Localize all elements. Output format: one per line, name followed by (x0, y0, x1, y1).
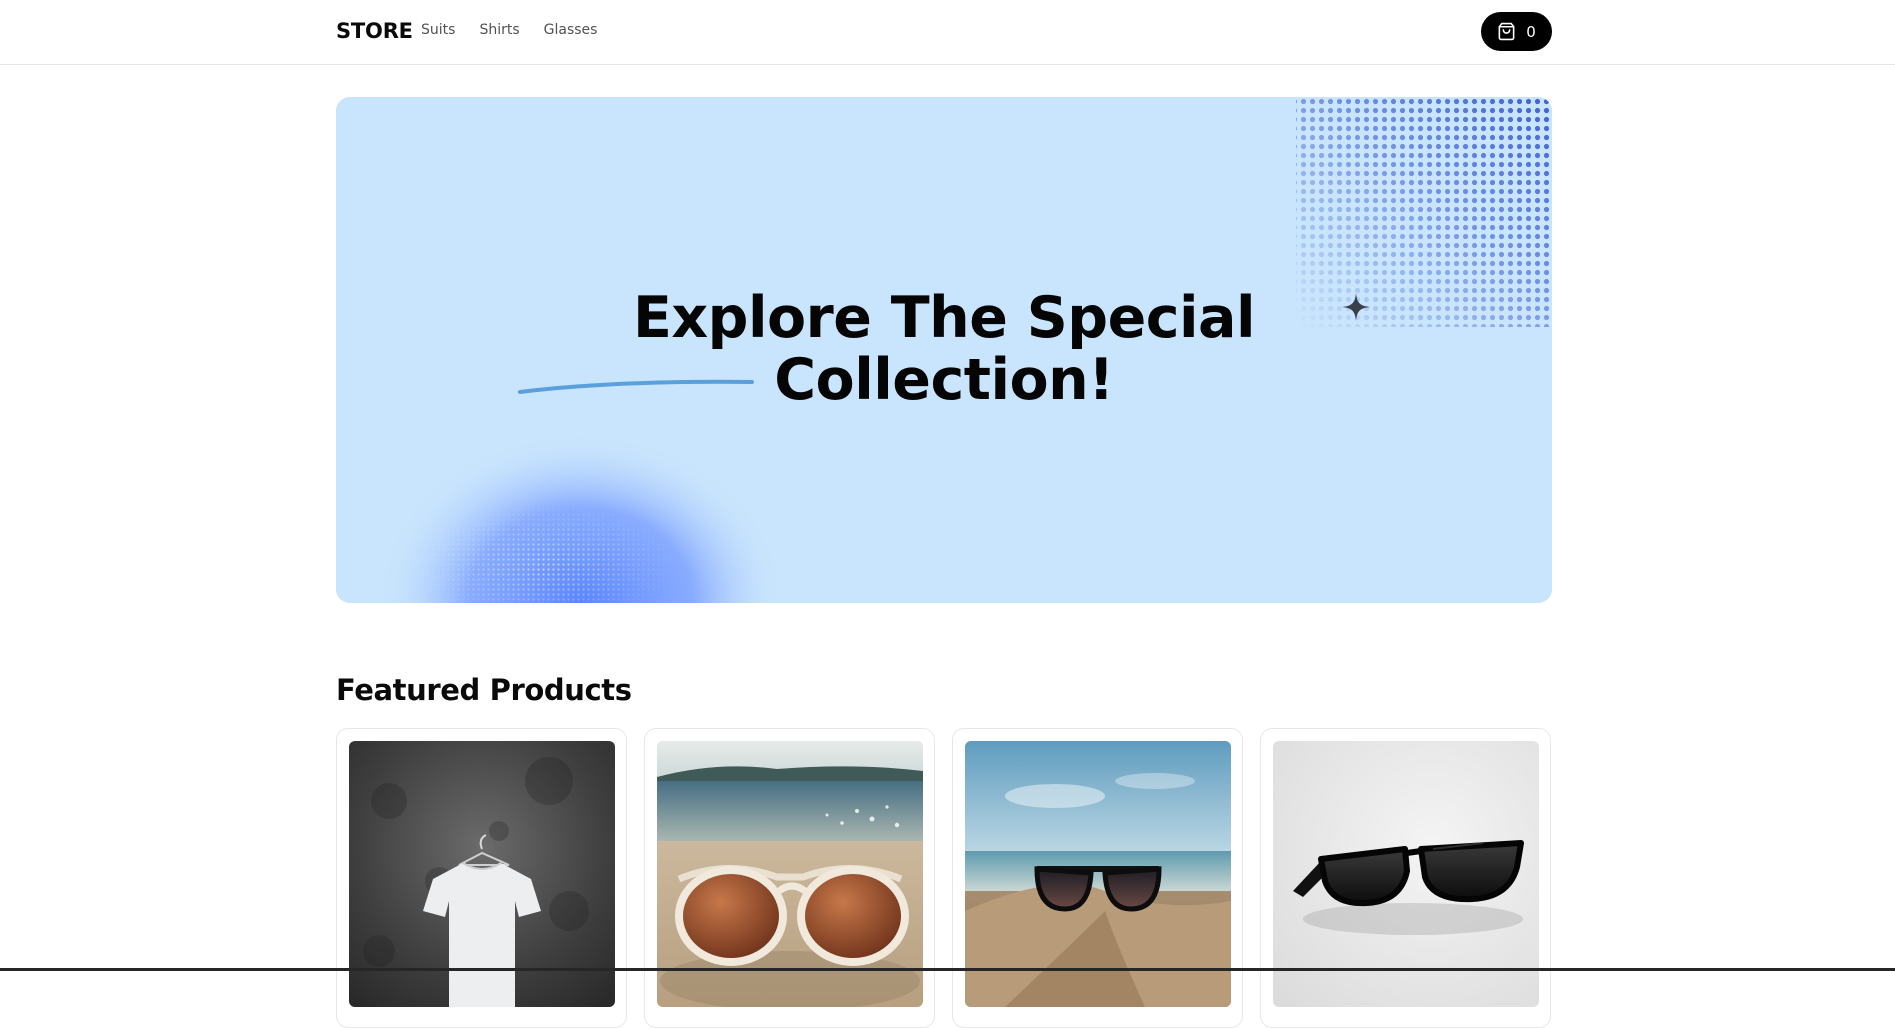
featured-products-title: Featured Products (336, 673, 632, 707)
nav-link-suits[interactable]: Suits (421, 22, 455, 38)
product-card[interactable] (644, 728, 935, 1028)
hero-title: Explore The Special Collection! (336, 287, 1552, 411)
brand-logo[interactable]: STORE (336, 19, 413, 43)
cart-button[interactable]: 0 (1481, 12, 1552, 51)
product-card[interactable] (336, 728, 627, 1028)
hero-title-line-1: Explore The Special (632, 285, 1256, 351)
nav-link-glasses[interactable]: Glasses (544, 22, 598, 38)
hero-banner: Explore The Special Collection! (336, 97, 1552, 603)
cart-count: 0 (1526, 22, 1536, 41)
site-header: STORE Suits Shirts Glasses 0 (0, 0, 1895, 65)
product-grid (336, 728, 1552, 1028)
nav-link-shirts[interactable]: Shirts (479, 22, 519, 38)
shopping-bag-icon (1497, 22, 1516, 41)
product-card[interactable] (952, 728, 1243, 1028)
hero-title-line-2: Collection! (774, 347, 1114, 413)
main-nav: Suits Shirts Glasses (421, 22, 597, 38)
product-card[interactable] (1260, 728, 1551, 1028)
